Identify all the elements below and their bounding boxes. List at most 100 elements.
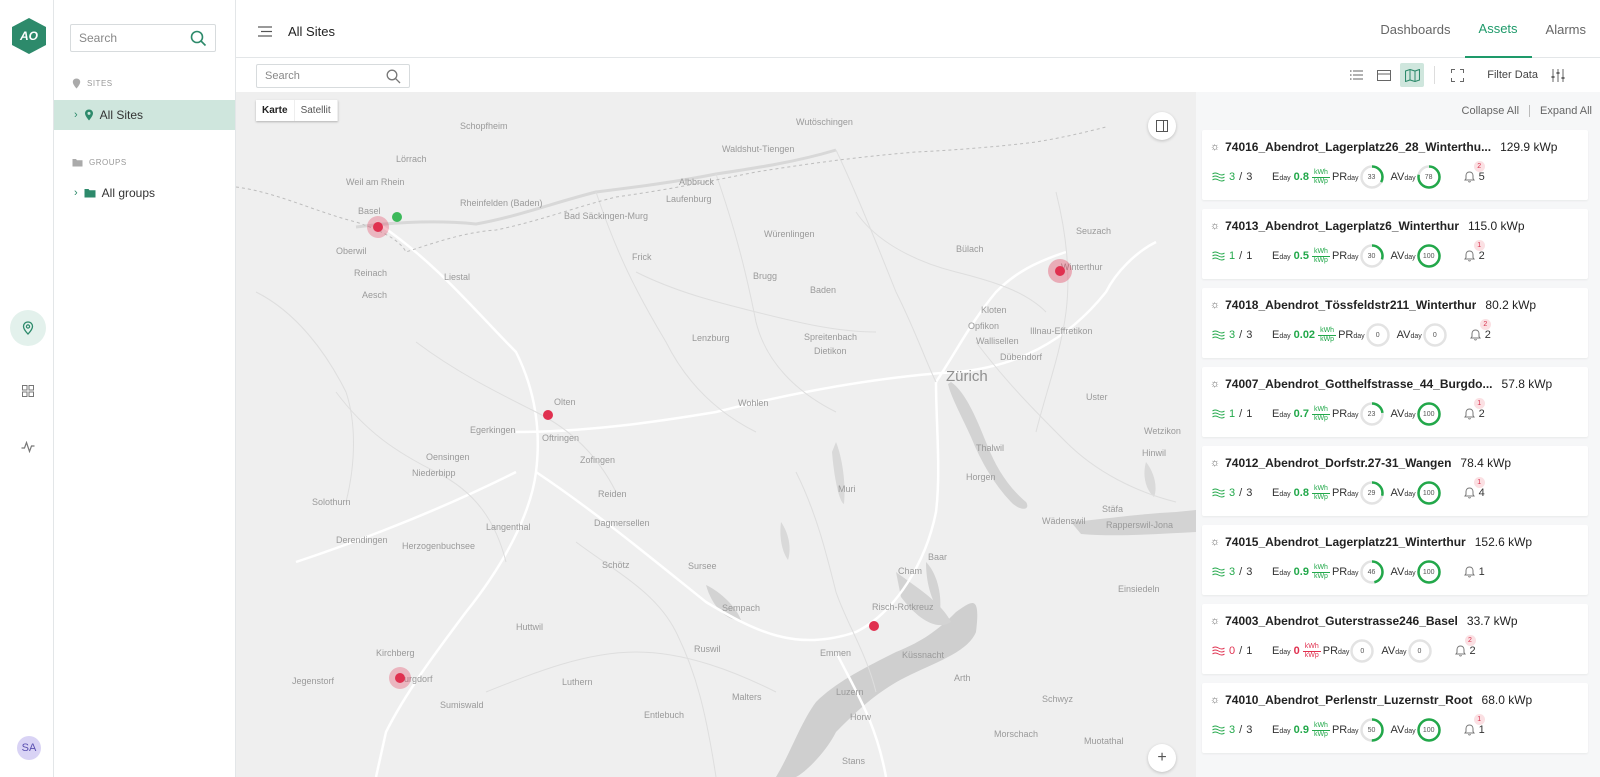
strings-total: 3 bbox=[1246, 566, 1253, 578]
asset-card[interactable]: ☼ 74003_Abendrot_Guterstrasse246_Basel 3… bbox=[1202, 604, 1588, 674]
content-search-input[interactable]: Search bbox=[256, 64, 410, 88]
asset-name[interactable]: 74012_Abendrot_Dorfstr.27-31_Wangen bbox=[1225, 456, 1451, 470]
fullscreen-icon[interactable] bbox=[1445, 63, 1469, 87]
tree-item-all-sites[interactable]: › All Sites bbox=[54, 100, 235, 130]
map-label: Dagmersellen bbox=[594, 518, 650, 528]
expand-collapse-controls: Collapse All Expand All bbox=[1462, 105, 1592, 117]
map-label: Baden bbox=[810, 285, 837, 295]
tree-item-all-groups[interactable]: › All groups bbox=[54, 178, 235, 208]
sun-icon: ☼ bbox=[1210, 220, 1221, 232]
asset-card[interactable]: ☼ 74018_Abendrot_Tössfeldstr211_Winterth… bbox=[1202, 288, 1588, 358]
strings-sep: / bbox=[1239, 566, 1243, 578]
tab-assets[interactable]: Assets bbox=[1464, 0, 1532, 58]
asset-card-title: ☼ 74010_Abendrot_Perlenstr_Luzernstr_Roo… bbox=[1210, 693, 1532, 707]
tab-alarms[interactable]: Alarms bbox=[1532, 0, 1600, 58]
asset-card[interactable]: ☼ 74013_Abendrot_Lagerplatz6_Winterthur … bbox=[1202, 209, 1588, 279]
collapse-all-button[interactable]: Collapse All bbox=[1462, 105, 1519, 117]
site-tree-panel: Search SITES › All Sites GROUPS › All gr… bbox=[54, 0, 236, 777]
eday-value: 0 bbox=[1293, 645, 1300, 657]
view-tabs: Dashboards Assets Alarms bbox=[1366, 0, 1600, 58]
asset-name[interactable]: 74016_Abendrot_Lagerplatz26_28_Winterthu… bbox=[1225, 140, 1491, 154]
asset-name[interactable]: 74010_Abendrot_Perlenstr_Luzernstr_Root bbox=[1225, 693, 1472, 707]
map-label: Horgen bbox=[966, 472, 996, 482]
app-logo[interactable]: AO bbox=[9, 16, 49, 56]
chevron-right-icon[interactable]: › bbox=[74, 109, 78, 121]
map-canvas[interactable]: Karte Satellit Schopfheim Lörrach Weil a… bbox=[236, 92, 1196, 777]
pr-label: PRday bbox=[1322, 645, 1350, 657]
map-label: Stans bbox=[842, 756, 866, 766]
map-label: Bülach bbox=[956, 244, 984, 254]
chevron-right-icon[interactable]: › bbox=[74, 187, 78, 199]
list-view-icon[interactable] bbox=[1344, 63, 1368, 87]
grid-nav-icon[interactable] bbox=[10, 373, 46, 409]
card-view-icon[interactable] bbox=[1372, 63, 1396, 87]
asset-stats: 3 / 3 Eday 0.9 kWh kWp PRday 50 AVday 10… bbox=[1212, 714, 1485, 743]
site-marker[interactable] bbox=[395, 673, 405, 683]
asset-card[interactable]: ☼ 74010_Abendrot_Perlenstr_Luzernstr_Roo… bbox=[1202, 683, 1588, 753]
asset-stats: 3 / 3 Eday 0.8 kWh kWp PRday 33 AVday 78… bbox=[1212, 161, 1485, 190]
alarm-count[interactable]: 2 5 bbox=[1463, 161, 1485, 183]
map-label: Egerkingen bbox=[470, 425, 516, 435]
filter-sliders-icon[interactable] bbox=[1546, 63, 1570, 87]
asset-name[interactable]: 74015_Abendrot_Lagerplatz21_Winterthur bbox=[1225, 535, 1466, 549]
map-view-icon[interactable] bbox=[1400, 63, 1425, 87]
eday-unit: kWh kWp bbox=[1311, 721, 1330, 738]
eday-unit: kWh kWp bbox=[1302, 642, 1321, 659]
tab-dashboards[interactable]: Dashboards bbox=[1366, 0, 1464, 58]
zoom-in-button[interactable]: + bbox=[1148, 744, 1176, 772]
site-marker[interactable] bbox=[869, 621, 879, 631]
strings-sep: / bbox=[1239, 645, 1243, 657]
strings-ok: 1 bbox=[1229, 408, 1236, 420]
tree-item-label: All Sites bbox=[99, 108, 144, 122]
strings-sep: / bbox=[1239, 724, 1243, 736]
asset-name[interactable]: 74007_Abendrot_Gotthelfstrasse_44_Burgdo… bbox=[1225, 377, 1492, 391]
site-marker-ok[interactable] bbox=[392, 212, 402, 222]
asset-capacity: 33.7 kWp bbox=[1466, 614, 1518, 628]
folder-icon bbox=[84, 189, 96, 198]
alarm-count[interactable]: 2 2 bbox=[1469, 319, 1491, 341]
asset-card[interactable]: ☼ 74016_Abendrot_Lagerplatz26_28_Wintert… bbox=[1202, 130, 1588, 200]
user-avatar[interactable]: SA bbox=[17, 736, 41, 760]
site-marker[interactable] bbox=[1055, 266, 1065, 276]
av-gauge: 100 bbox=[1416, 717, 1442, 743]
activity-nav-icon[interactable] bbox=[10, 429, 46, 465]
map-label: Liestal bbox=[444, 272, 471, 282]
strings-icon bbox=[1212, 646, 1225, 656]
av-label: AVday bbox=[1381, 645, 1407, 657]
alarm-value: 1 bbox=[1478, 724, 1485, 736]
av-label: AVday bbox=[1390, 566, 1416, 578]
asset-card[interactable]: ☼ 74007_Abendrot_Gotthelfstrasse_44_Burg… bbox=[1202, 367, 1588, 437]
alarm-count[interactable]: 1 1 bbox=[1463, 714, 1485, 736]
hamburger-menu-icon[interactable] bbox=[258, 24, 272, 42]
alarm-count[interactable]: 1 2 bbox=[1463, 240, 1485, 262]
tree-search-input[interactable]: Search bbox=[70, 24, 216, 52]
strings-sep: / bbox=[1239, 487, 1243, 499]
site-marker[interactable] bbox=[543, 410, 553, 420]
alarm-count[interactable]: 1 4 bbox=[1463, 477, 1485, 499]
asset-name[interactable]: 74013_Abendrot_Lagerplatz6_Winterthur bbox=[1225, 219, 1459, 233]
map-type-satellit[interactable]: Satellit bbox=[295, 100, 338, 121]
alarm-count[interactable]: 2 2 bbox=[1454, 635, 1476, 657]
filter-data-button[interactable]: Filter Data bbox=[1487, 69, 1538, 81]
asset-capacity: 68.0 kWp bbox=[1481, 693, 1533, 707]
map-pin-nav-icon[interactable] bbox=[10, 310, 46, 346]
alarm-badge: 1 bbox=[1473, 714, 1485, 725]
av-label: AVday bbox=[1396, 329, 1422, 341]
map-label: Laufenburg bbox=[666, 194, 712, 204]
asset-name[interactable]: 74003_Abendrot_Guterstrasse246_Basel bbox=[1225, 614, 1458, 628]
search-icon[interactable] bbox=[190, 30, 207, 47]
site-marker[interactable] bbox=[373, 222, 383, 232]
asset-card[interactable]: ☼ 74015_Abendrot_Lagerplatz21_Winterthur… bbox=[1202, 525, 1588, 595]
pr-gauge: 0 bbox=[1349, 638, 1375, 664]
alarm-count[interactable]: 1 bbox=[1463, 566, 1485, 578]
eday-value: 0.5 bbox=[1293, 250, 1309, 262]
asset-card[interactable]: ☼ 74012_Abendrot_Dorfstr.27-31_Wangen 78… bbox=[1202, 446, 1588, 516]
toggle-panel-icon[interactable] bbox=[1148, 112, 1176, 140]
alarm-count[interactable]: 1 2 bbox=[1463, 398, 1485, 420]
map-label: Risch-Rotkreuz bbox=[872, 602, 934, 612]
search-icon[interactable] bbox=[386, 69, 401, 84]
asset-name[interactable]: 74018_Abendrot_Tössfeldstr211_Winterthur bbox=[1225, 298, 1476, 312]
map-label: Stäfa bbox=[1102, 504, 1124, 514]
expand-all-button[interactable]: Expand All bbox=[1540, 105, 1592, 117]
map-type-karte[interactable]: Karte bbox=[256, 100, 295, 121]
